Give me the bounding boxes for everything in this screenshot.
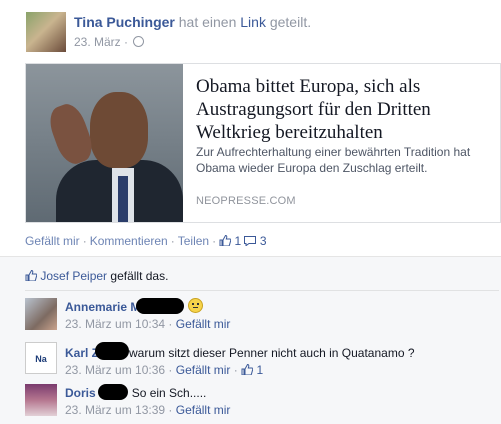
smiley-icon (187, 298, 203, 313)
action-link[interactable]: Link (240, 14, 266, 30)
author-name[interactable]: Tina Puchinger (74, 14, 175, 30)
redaction-mark (95, 342, 130, 360)
thumbs-up-icon[interactable] (241, 364, 254, 375)
comment-like-link[interactable]: Gefällt mir (176, 403, 231, 417)
comment-like-link[interactable]: Gefällt mir (176, 317, 231, 331)
comment-time[interactable]: 23. März um 10:36 (65, 363, 165, 377)
redaction-mark (136, 298, 185, 314)
link-preview-title[interactable]: Obama bittet Europa, sich als Austragung… (196, 75, 496, 144)
comment-bubble-icon[interactable] (244, 236, 257, 246)
likes-suffix: gefällt das. (110, 269, 169, 283)
redaction-mark (98, 384, 129, 400)
action-prefix: hat einen (178, 14, 237, 30)
post-meta: 23. März · (74, 35, 145, 49)
comment-count[interactable]: 3 (260, 234, 267, 248)
commenter-name[interactable]: Karl Z (65, 346, 99, 360)
commenter-name[interactable]: Annemarie M (65, 300, 140, 314)
comment-like-count[interactable]: 1 (256, 363, 263, 377)
comment-time[interactable]: 23. März um 13:39 (65, 403, 165, 417)
comment-text: warum sitzt dieser Penner nicht auch in … (129, 346, 415, 360)
action-separator: · (212, 234, 217, 248)
thumbs-up-icon (25, 270, 37, 281)
comment-link[interactable]: Kommentieren (90, 234, 168, 248)
link-preview-description: Zur Aufrechterhaltung einer bewährten Tr… (196, 145, 471, 175)
action-separator: · (82, 234, 87, 248)
like-count[interactable]: 1 (234, 234, 241, 248)
liker-name[interactable]: Josef Peiper (40, 269, 107, 283)
meta-separator: · (124, 35, 129, 49)
link-preview-card[interactable]: Obama bittet Europa, sich als Austragung… (25, 63, 501, 223)
commenter-avatar[interactable] (25, 298, 57, 330)
link-preview-image[interactable] (26, 64, 183, 222)
commenter-avatar[interactable]: Na und? (25, 342, 57, 396)
link-preview-source: NEOPRESSE.COM (196, 195, 296, 207)
commenter-name[interactable]: Doris I (65, 386, 102, 400)
action-separator: · (170, 234, 175, 248)
thumbs-up-icon[interactable] (219, 235, 232, 246)
commenter-avatar[interactable] (25, 384, 57, 416)
comment-text: So ein Sch..... (131, 386, 207, 400)
comment-like-link[interactable]: Gefällt mir (176, 363, 231, 377)
action-suffix: geteilt. (269, 14, 312, 30)
like-link[interactable]: Gefällt mir (25, 234, 80, 248)
divider (25, 290, 499, 291)
post-date[interactable]: 23. März (74, 35, 121, 49)
likes-summary: Josef Peiper gefällt das. (25, 269, 168, 283)
comment-time[interactable]: 23. März um 10:34 (65, 317, 165, 331)
share-link[interactable]: Teilen (178, 234, 209, 248)
globe-icon[interactable] (133, 36, 145, 47)
shared-link-post: Tina Puchinger hat einen Link geteilt. 2… (0, 0, 501, 424)
post-actions: Gefällt mir · Kommentieren · Teilen · 1 3 (25, 234, 267, 248)
author-avatar[interactable] (26, 12, 66, 52)
author-line: Tina Puchinger hat einen Link geteilt. (74, 14, 311, 30)
